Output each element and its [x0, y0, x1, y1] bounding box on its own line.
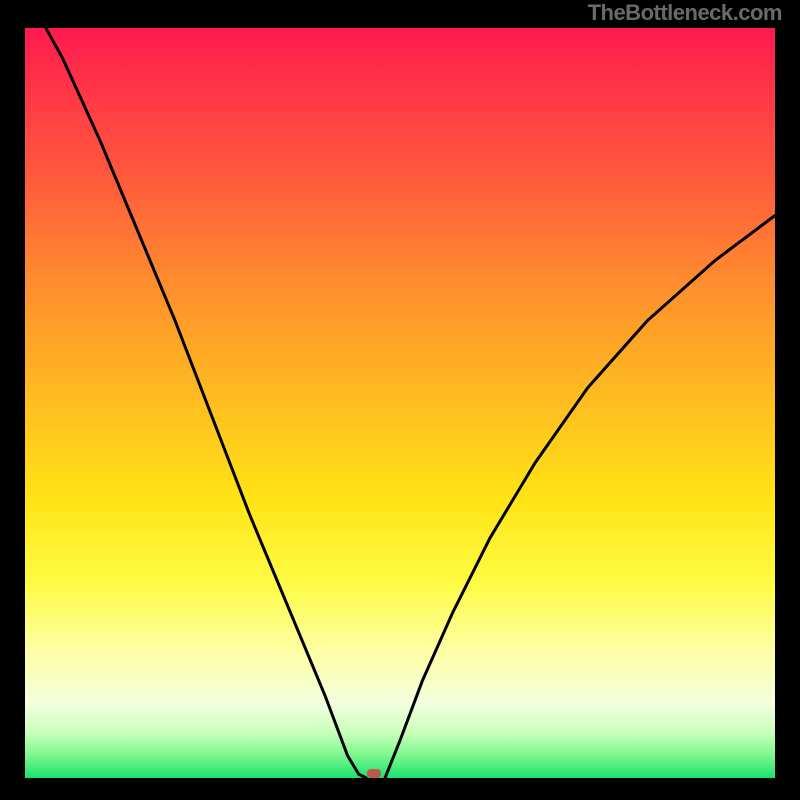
- optimum-marker: [367, 769, 381, 778]
- plot-area: [25, 28, 775, 778]
- bottleneck-curve-svg: [25, 28, 775, 778]
- attribution-label: TheBottleneck.com: [588, 0, 782, 26]
- bottleneck-curve-left-path: [25, 28, 366, 778]
- bottleneck-curve-right-path: [385, 216, 775, 779]
- chart-frame: TheBottleneck.com: [0, 0, 800, 800]
